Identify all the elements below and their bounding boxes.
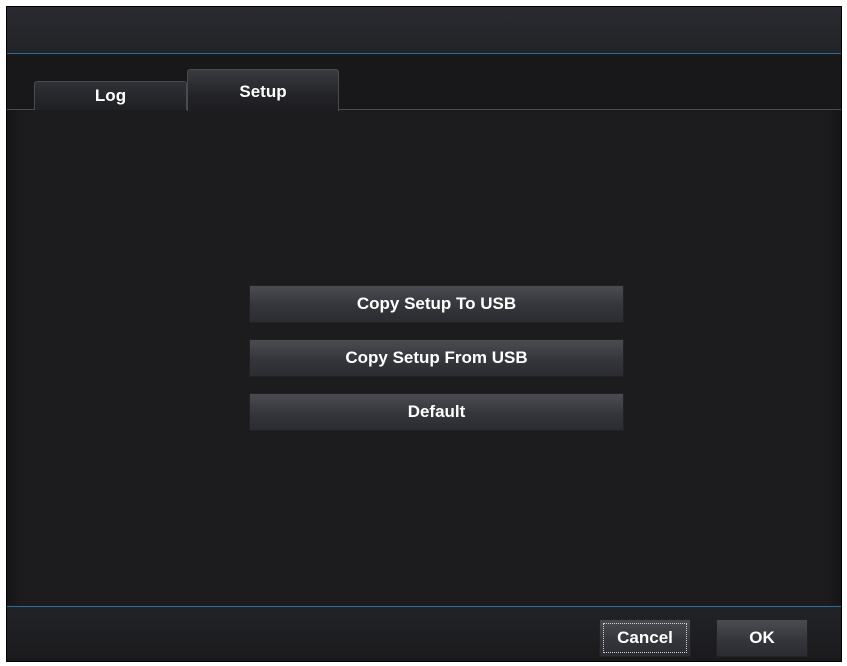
setup-dialog: Log Setup Copy Setup To USB Copy Setup F… bbox=[6, 6, 842, 662]
ok-label: OK bbox=[749, 628, 775, 647]
tab-setup[interactable]: Setup bbox=[187, 69, 339, 111]
copy-setup-to-usb-button[interactable]: Copy Setup To USB bbox=[249, 285, 624, 323]
tab-log-label: Log bbox=[94, 86, 127, 105]
setup-panel: Copy Setup To USB Copy Setup From USB De… bbox=[7, 110, 841, 605]
default-label: Default bbox=[407, 402, 466, 421]
dialog-titlebar bbox=[7, 7, 841, 54]
cancel-button[interactable]: Cancel bbox=[599, 619, 691, 657]
ok-button[interactable]: OK bbox=[716, 619, 808, 657]
copy-setup-to-usb-label: Copy Setup To USB bbox=[356, 294, 517, 313]
tab-log[interactable]: Log bbox=[34, 81, 187, 110]
cancel-label: Cancel bbox=[617, 628, 673, 647]
copy-setup-from-usb-label: Copy Setup From USB bbox=[345, 348, 528, 367]
copy-setup-from-usb-button[interactable]: Copy Setup From USB bbox=[249, 339, 624, 377]
default-button[interactable]: Default bbox=[249, 393, 624, 431]
tab-setup-label: Setup bbox=[239, 82, 287, 101]
